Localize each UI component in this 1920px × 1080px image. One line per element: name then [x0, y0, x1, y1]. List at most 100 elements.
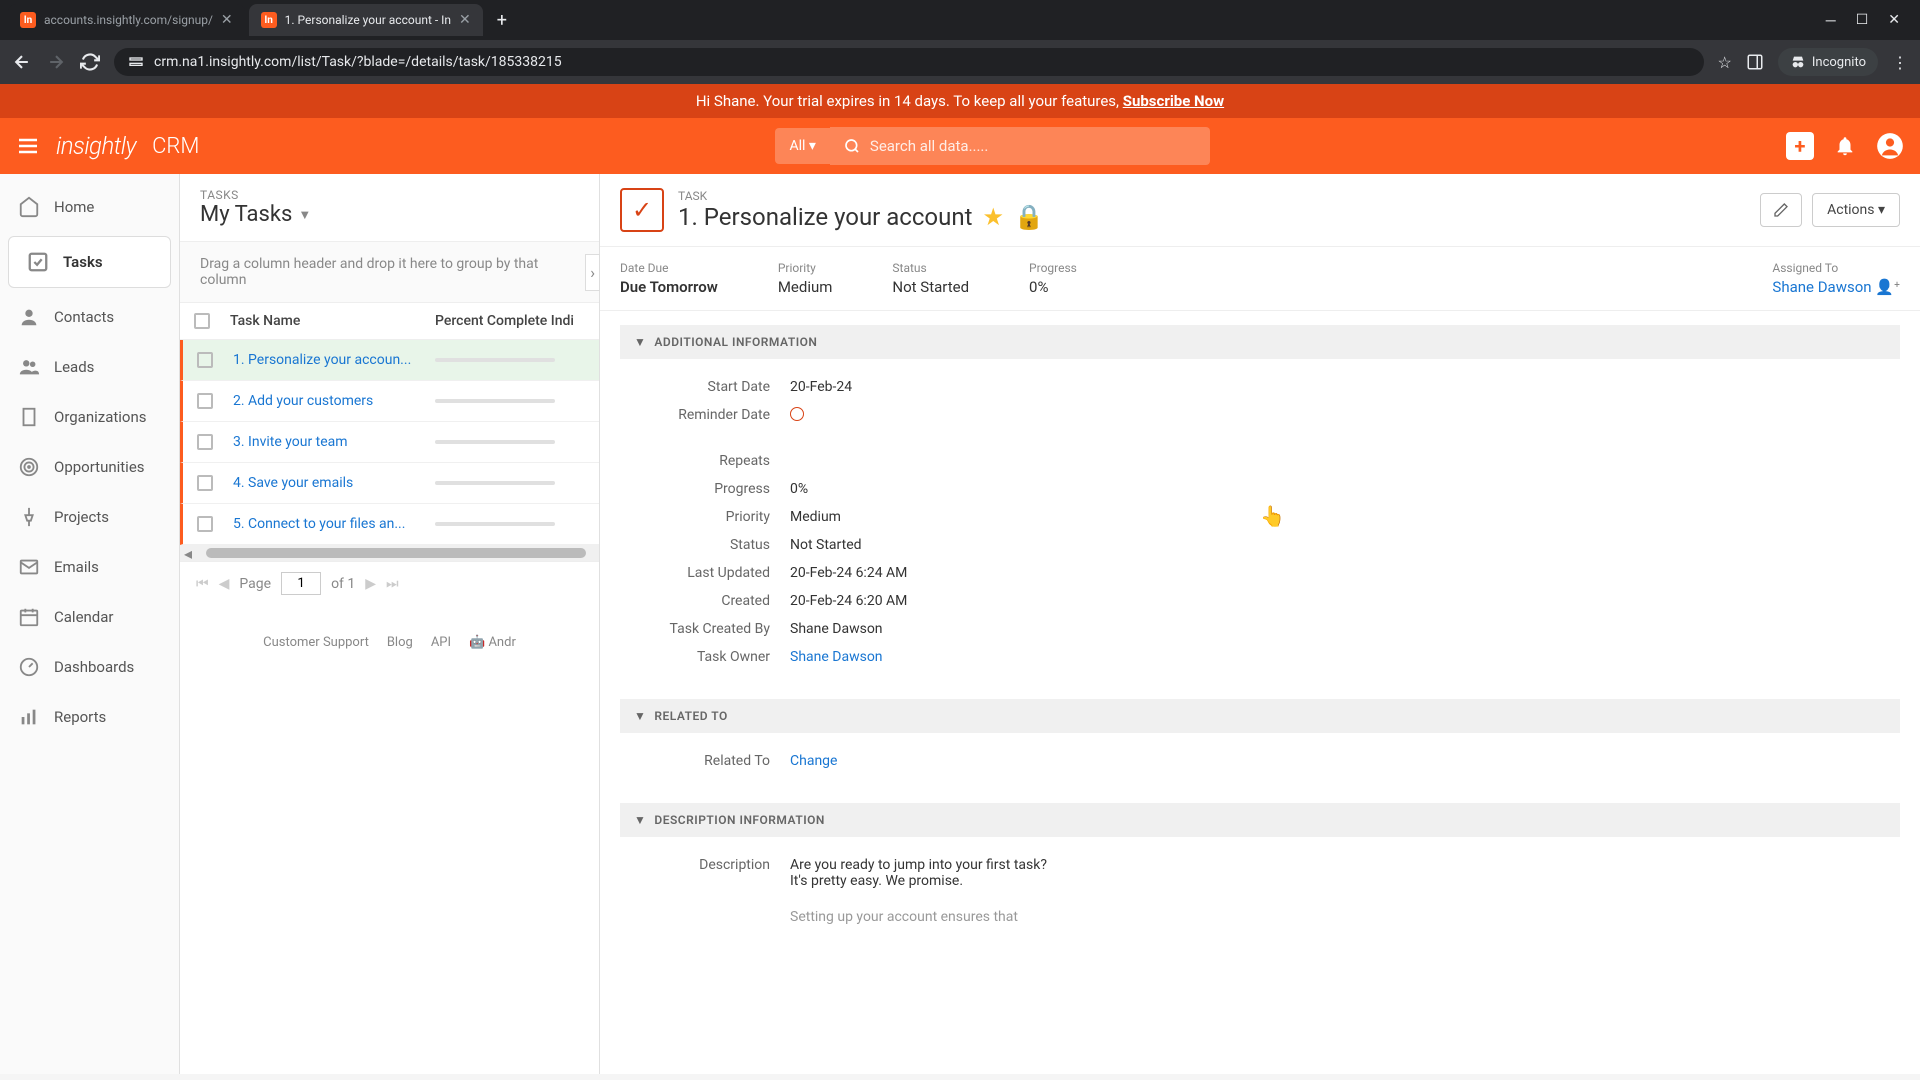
task-row[interactable]: 1. Personalize your accoun...: [180, 340, 599, 381]
notifications-icon[interactable]: [1834, 135, 1856, 157]
sidebar-item-contacts[interactable]: Contacts: [0, 292, 179, 342]
new-tab-button[interactable]: +: [487, 4, 517, 37]
profile-icon[interactable]: [1876, 132, 1904, 160]
search-icon: [844, 138, 860, 154]
pager-last[interactable]: ⏭: [386, 576, 399, 592]
reminder-icon[interactable]: [790, 407, 804, 421]
row-checkbox[interactable]: [197, 434, 213, 450]
task-owner-link[interactable]: Shane Dawson: [790, 649, 883, 665]
row-checkbox[interactable]: [197, 352, 213, 368]
row-checkbox[interactable]: [197, 393, 213, 409]
api-link[interactable]: API: [431, 635, 451, 650]
pin-icon: [18, 506, 40, 528]
detail-title: 1. Personalize your account ★ 🔒: [678, 203, 1746, 231]
search-scope-dropdown[interactable]: All ▾: [775, 128, 829, 164]
actions-dropdown[interactable]: Actions ▾: [1812, 193, 1900, 227]
sidebar-item-emails[interactable]: Emails: [0, 542, 179, 592]
task-row[interactable]: 5. Connect to your files an...: [180, 504, 599, 545]
sidebar: Home Tasks Contacts Leads Organizations …: [0, 174, 180, 1074]
task-type-icon: ✓: [620, 188, 664, 232]
minimize-icon[interactable]: ─: [1826, 12, 1836, 29]
browser-tab-active[interactable]: In 1. Personalize your account - In ✕: [249, 4, 483, 36]
people-icon: [18, 356, 40, 378]
description-text: Are you ready to jump into your first ta…: [790, 857, 1047, 925]
android-link[interactable]: 🤖 Andr: [469, 635, 516, 650]
task-row[interactable]: 4. Save your emails: [180, 463, 599, 504]
section-toggle[interactable]: ▼DESCRIPTION INFORMATION: [620, 803, 1900, 837]
incognito-badge[interactable]: Incognito: [1778, 48, 1878, 76]
bars-icon: [18, 706, 40, 728]
url-bar: crm.na1.insightly.com/list/Task/?blade=/…: [0, 40, 1920, 84]
pager-page-input[interactable]: [281, 572, 321, 595]
star-icon[interactable]: ★: [982, 203, 1004, 231]
blog-link[interactable]: Blog: [387, 635, 413, 650]
sidebar-item-opportunities[interactable]: Opportunities: [0, 442, 179, 492]
sidebar-item-leads[interactable]: Leads: [0, 342, 179, 392]
subscribe-link[interactable]: Subscribe Now: [1123, 92, 1224, 110]
task-row[interactable]: 2. Add your customers: [180, 381, 599, 422]
status-value: Not Started: [892, 278, 969, 296]
sidebar-item-organizations[interactable]: Organizations: [0, 392, 179, 442]
section-toggle[interactable]: ▼RELATED TO: [620, 699, 1900, 733]
sidebar-item-projects[interactable]: Projects: [0, 492, 179, 542]
logo[interactable]: insightly: [56, 132, 136, 160]
list-title-dropdown[interactable]: My Tasks▼: [200, 202, 579, 227]
expand-handle[interactable]: ›: [585, 254, 600, 291]
progress-indicator: [435, 522, 555, 526]
add-button[interactable]: +: [1786, 132, 1814, 160]
close-icon[interactable]: ✕: [459, 12, 471, 28]
col-percent[interactable]: Percent Complete Indi: [435, 313, 585, 329]
group-hint[interactable]: Drag a column header and drop it here to…: [180, 241, 599, 303]
edit-button[interactable]: [1760, 193, 1802, 227]
section-toggle[interactable]: ▼ADDITIONAL INFORMATION: [620, 325, 1900, 359]
lock-icon[interactable]: 🔒: [1014, 203, 1044, 231]
bookmark-icon[interactable]: ☆: [1718, 53, 1732, 72]
close-window-icon[interactable]: ✕: [1888, 12, 1900, 29]
reload-button[interactable]: [80, 52, 100, 72]
pager-prev[interactable]: ◀: [219, 576, 230, 592]
pager-first[interactable]: ⏮: [196, 576, 209, 592]
favicon-icon: In: [261, 12, 277, 28]
panel-icon[interactable]: [1746, 53, 1764, 71]
main: Home Tasks Contacts Leads Organizations …: [0, 174, 1920, 1074]
related-change-link[interactable]: Change: [790, 753, 837, 769]
row-checkbox[interactable]: [197, 475, 213, 491]
building-icon: [18, 406, 40, 428]
priority-value: Medium: [778, 278, 833, 296]
search-input[interactable]: [870, 137, 1196, 155]
detail-label: TASK: [678, 189, 1746, 203]
calendar-icon: [18, 606, 40, 628]
gauge-icon: [18, 656, 40, 678]
task-row[interactable]: 3. Invite your team: [180, 422, 599, 463]
menu-icon[interactable]: [16, 134, 40, 158]
sidebar-item-home[interactable]: Home: [0, 182, 179, 232]
close-icon[interactable]: ✕: [221, 12, 233, 28]
address-bar[interactable]: crm.na1.insightly.com/list/Task/?blade=/…: [114, 48, 1704, 76]
maximize-icon[interactable]: ☐: [1856, 12, 1869, 29]
back-button[interactable]: [12, 52, 32, 72]
row-checkbox[interactable]: [197, 516, 213, 532]
detail-panel: ✓ TASK 1. Personalize your account ★ 🔒 A…: [600, 174, 1920, 1074]
select-all-checkbox[interactable]: [194, 313, 210, 329]
search-box[interactable]: [830, 127, 1210, 165]
progress-value: 0%: [1029, 278, 1077, 296]
sidebar-item-calendar[interactable]: Calendar: [0, 592, 179, 642]
detail-meta: Date DueDue Tomorrow PriorityMedium Stat…: [600, 247, 1920, 311]
sidebar-item-dashboards[interactable]: Dashboards: [0, 642, 179, 692]
horizontal-scrollbar[interactable]: ◂: [180, 545, 599, 561]
sidebar-item-reports[interactable]: Reports: [0, 692, 179, 742]
col-task-name[interactable]: Task Name: [230, 313, 435, 329]
window-controls: ─ ☐ ✕: [1826, 12, 1912, 29]
home-icon: [18, 196, 40, 218]
detail-header: ✓ TASK 1. Personalize your account ★ 🔒 A…: [600, 174, 1920, 247]
site-settings-icon: [128, 54, 144, 70]
forward-button[interactable]: [46, 52, 66, 72]
assigned-to-link[interactable]: Shane Dawson 👤⁺: [1772, 278, 1900, 296]
person-icon: [18, 306, 40, 328]
support-link[interactable]: Customer Support: [263, 635, 369, 650]
pager-next[interactable]: ▶: [365, 576, 376, 592]
browser-tab[interactable]: In accounts.insightly.com/signup/ ✕: [8, 4, 245, 36]
browser-menu-icon[interactable]: ⋮: [1892, 53, 1908, 72]
assign-icon[interactable]: 👤⁺: [1875, 278, 1900, 296]
sidebar-item-tasks[interactable]: Tasks: [8, 236, 171, 288]
